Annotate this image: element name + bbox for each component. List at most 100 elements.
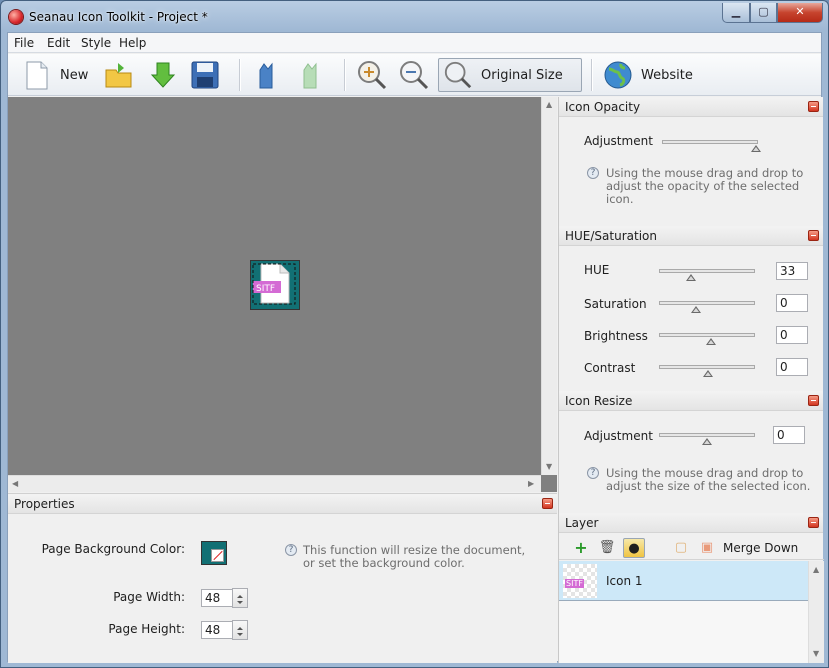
layer-thumb-tag: SITF <box>565 579 584 588</box>
hue-input[interactable]: 33 <box>776 262 808 280</box>
help-icon: ? <box>285 544 297 556</box>
menu-style[interactable]: Style <box>81 36 111 50</box>
brightness-input[interactable]: 0 <box>776 326 808 344</box>
help-icon: ? <box>587 167 599 179</box>
slider-thumb[interactable] <box>751 145 761 152</box>
slider-thumb[interactable] <box>691 306 701 313</box>
page-width-spinner[interactable] <box>232 588 248 608</box>
contrast-label: Contrast <box>584 361 636 375</box>
slider-thumb[interactable] <box>686 274 696 281</box>
contrast-input[interactable]: 0 <box>776 358 808 376</box>
toolbar-separator <box>591 59 592 91</box>
minimize-button[interactable]: ▁ <box>722 3 750 23</box>
collapse-icon[interactable] <box>542 498 553 509</box>
app-logo-icon <box>9 10 23 24</box>
original-size-button[interactable]: Original Size <box>438 58 582 92</box>
resize-adjustment-label: Adjustment <box>584 429 653 443</box>
duplicate-layer-icon[interactable]: ▢ <box>671 538 691 558</box>
brightness-label: Brightness <box>584 329 648 343</box>
resize-help-text: Using the mouse drag and drop to adjust … <box>606 466 811 493</box>
saturation-input[interactable]: 0 <box>776 294 808 312</box>
layer-thumbnail: SITF <box>563 564 597 598</box>
close-button[interactable]: ✕ <box>777 3 823 23</box>
icon-resize-header: Icon Resize <box>559 391 823 411</box>
collapse-icon[interactable] <box>808 517 819 528</box>
open-folder-icon[interactable] <box>104 58 134 92</box>
collapse-icon[interactable] <box>808 101 819 112</box>
slider-thumb[interactable] <box>703 370 713 377</box>
properties-help-text: This function will resize the document, … <box>303 543 526 570</box>
layer-scrollbar[interactable]: ▲ ▼ <box>808 561 824 663</box>
toolbar: New Original Size Website <box>8 54 821 96</box>
page-height-input[interactable]: 48 <box>201 621 233 639</box>
trash-icon[interactable]: 🗑 <box>597 538 617 558</box>
redo-icon[interactable] <box>296 58 326 92</box>
opacity-slider[interactable] <box>662 140 761 152</box>
opacity-adjustment-label: Adjustment <box>584 134 653 148</box>
icon-document[interactable]: SITF <box>250 260 300 310</box>
menu-file[interactable]: File <box>14 36 34 50</box>
undo-icon[interactable] <box>252 58 282 92</box>
hue-saturation-header: HUE/Saturation <box>559 226 823 246</box>
layer-title: Layer <box>565 516 599 530</box>
resize-slider[interactable] <box>659 433 755 445</box>
vertical-scrollbar[interactable]: ▲ ▼ <box>541 97 557 475</box>
sitf-file-icon: SITF <box>252 263 296 305</box>
properties-panel: Properties Page Background Color: ? This… <box>8 493 557 663</box>
website-label: Website <box>641 67 693 83</box>
layer-name: Icon 1 <box>606 574 643 588</box>
page-width-input[interactable]: 48 <box>201 589 233 607</box>
canvas[interactable]: SITF <box>8 97 541 475</box>
contrast-slider[interactable] <box>659 365 755 377</box>
app-window: Seanau Icon Toolkit - Project * ▁ ▢ ✕ Fi… <box>0 0 829 668</box>
new-document-icon <box>26 61 48 90</box>
zoom-in-icon[interactable] <box>356 58 388 92</box>
icon-resize-title: Icon Resize <box>565 394 633 408</box>
canvas-area: SITF ▲ ▼ ◀ ▶ <box>8 97 557 492</box>
resize-input[interactable]: 0 <box>773 426 805 444</box>
layer-toolbar: + 🗑 ● ▢ ▣ Merge Down <box>559 534 824 560</box>
hue-label: HUE <box>584 263 610 277</box>
hue-slider[interactable] <box>659 269 755 281</box>
magnifier-icon <box>444 61 472 89</box>
saturation-label: Saturation <box>584 297 647 311</box>
brightness-slider[interactable] <box>659 333 755 345</box>
bg-color-label: Page Background Color: <box>41 542 185 556</box>
page-height-spinner[interactable] <box>232 620 248 640</box>
menu-edit[interactable]: Edit <box>47 36 70 50</box>
slider-thumb[interactable] <box>702 438 712 445</box>
add-layer-icon[interactable]: + <box>571 538 591 558</box>
website-button[interactable]: Website <box>603 58 693 92</box>
layer-list: SITF Icon 1 ▲ ▼ <box>559 561 824 663</box>
properties-header: Properties <box>8 494 557 514</box>
bg-color-swatch[interactable] <box>201 541 227 565</box>
icon-opacity-title: Icon Opacity <box>565 100 641 114</box>
page-height-label: Page Height: <box>108 622 185 636</box>
right-panel: Icon Opacity Adjustment ? Using the mous… <box>558 97 824 663</box>
zoom-out-icon[interactable] <box>398 58 430 92</box>
horizontal-scrollbar[interactable]: ◀ ▶ <box>8 475 541 492</box>
lightbulb-icon[interactable]: ● <box>623 538 645 558</box>
maximize-button[interactable]: ▢ <box>750 3 777 23</box>
saturation-slider[interactable] <box>659 301 755 313</box>
layer-header: Layer <box>559 513 823 533</box>
layer-row[interactable]: SITF Icon 1 <box>559 561 808 601</box>
hue-saturation-title: HUE/Saturation <box>565 229 657 243</box>
collapse-icon[interactable] <box>808 230 819 241</box>
new-button[interactable]: New <box>22 58 88 92</box>
toolbar-separator <box>344 59 345 91</box>
menu-help[interactable]: Help <box>119 36 146 50</box>
page-width-label: Page Width: <box>113 590 185 604</box>
import-arrow-icon[interactable] <box>148 58 178 92</box>
properties-title: Properties <box>14 497 75 511</box>
globe-icon <box>604 61 632 89</box>
icon-opacity-header: Icon Opacity <box>559 97 823 117</box>
copy-layer-icon[interactable]: ▣ <box>697 538 717 558</box>
opacity-help-text: Using the mouse drag and drop to adjust … <box>606 166 804 206</box>
title-bar[interactable]: Seanau Icon Toolkit - Project * ▁ ▢ ✕ <box>1 1 828 33</box>
slider-thumb[interactable] <box>706 338 716 345</box>
floppy-save-icon[interactable] <box>190 58 220 92</box>
client-area: File Edit Style Help New Original Size W… <box>7 32 824 663</box>
collapse-icon[interactable] <box>808 395 819 406</box>
merge-down-button[interactable]: Merge Down <box>723 541 798 555</box>
